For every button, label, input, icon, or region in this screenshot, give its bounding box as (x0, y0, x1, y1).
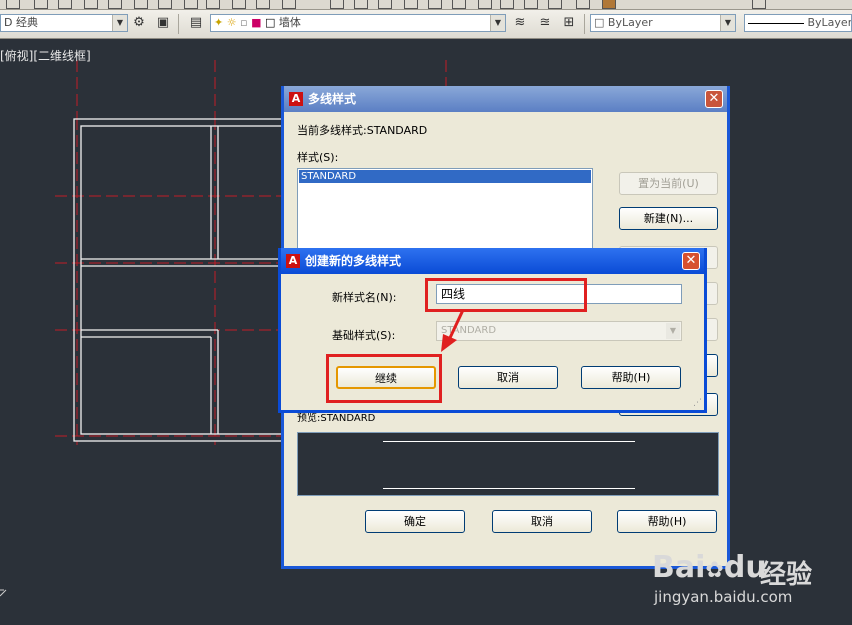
baidu-logo-text: Bai (652, 550, 706, 585)
autocad-logo-icon: A (286, 254, 300, 268)
watermark-url: jingyan.baidu.com (654, 588, 793, 606)
new-style-dialog-titlebar[interactable]: A 创建新的多线样式 ✕ (281, 248, 704, 274)
jingyan-label: 经验 (760, 560, 813, 590)
styles-list[interactable]: STANDARD (297, 168, 593, 258)
list-item[interactable]: STANDARD (299, 170, 591, 183)
preview-line-top (383, 441, 635, 442)
ok-button[interactable]: 确定 (365, 510, 465, 533)
viewport-label[interactable]: [俯视][二维线框] (0, 47, 91, 64)
watermark: Bai✿du 经验 jingyan.baidu.com (648, 546, 848, 612)
preview-line-bottom (383, 488, 635, 489)
cancel-button[interactable]: 取消 (458, 366, 558, 389)
new-style-name-label: 新样式名(N): (332, 291, 397, 304)
preview-panel (297, 432, 719, 496)
help-button[interactable]: 帮助(H) (617, 510, 717, 533)
close-icon[interactable]: ✕ (705, 90, 723, 108)
baidu-logo: Bai✿du (652, 550, 767, 585)
help-button[interactable]: 帮助(H) (581, 366, 681, 389)
cancel-button[interactable]: 取消 (492, 510, 592, 533)
set-current-button[interactable]: 置为当前(U) (619, 172, 718, 195)
new-style-dialog-title: 创建新的多线样式 (305, 254, 402, 268)
highlight-continue-box (326, 354, 442, 403)
close-icon[interactable]: ✕ (682, 252, 700, 270)
mlstyle-dialog-titlebar[interactable]: A 多线样式 ✕ (284, 86, 727, 112)
ucs-icon (0, 589, 7, 597)
autocad-logo-icon: A (289, 92, 303, 106)
mlstyle-dialog-title: 多线样式 (308, 92, 357, 106)
base-style-label: 基础样式(S): (332, 329, 396, 342)
resize-grip-icon[interactable]: ⋰ (693, 398, 702, 408)
current-style-label: 当前多线样式:STANDARD (297, 124, 428, 137)
wall-lines (73, 118, 285, 442)
new-button[interactable]: 新建(N)... (619, 207, 718, 230)
paw-icon: ✿ (705, 558, 724, 583)
annotation-arrow-icon (441, 309, 465, 352)
chevron-down-icon[interactable]: ▼ (666, 323, 680, 339)
styles-label: 样式(S): (297, 151, 339, 164)
